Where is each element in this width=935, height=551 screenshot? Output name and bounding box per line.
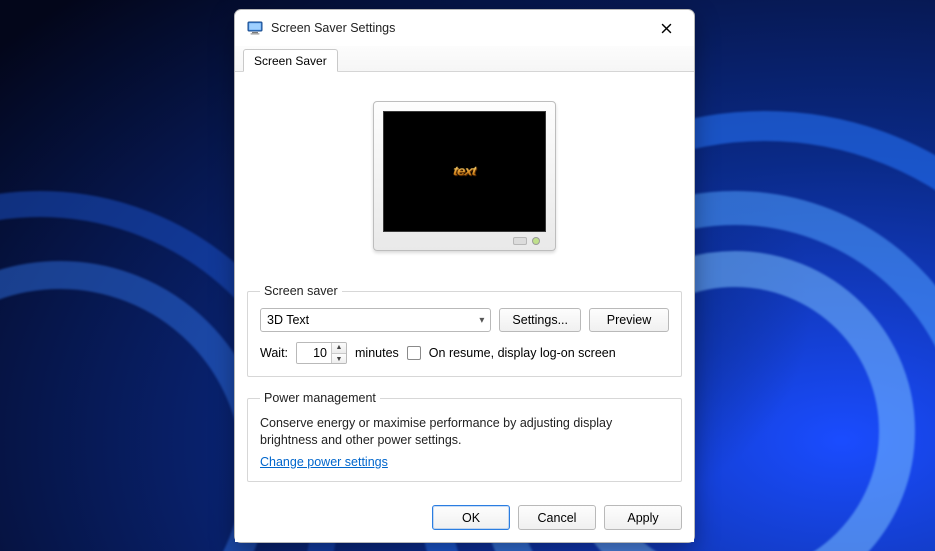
preview-button[interactable]: Preview xyxy=(589,308,669,332)
screen-saver-settings-dialog: Screen Saver Settings Screen Saver text xyxy=(234,9,695,543)
monitor-power-button xyxy=(513,237,527,245)
on-resume-checkbox[interactable] xyxy=(407,346,421,360)
monitor-led-icon xyxy=(533,238,539,244)
screensaver-select[interactable]: 3D Text ▾ xyxy=(260,308,491,332)
monitor-screen: text xyxy=(383,111,546,232)
screensaver-preview-text: text xyxy=(452,164,476,178)
settings-button[interactable]: Settings... xyxy=(499,308,581,332)
tab-strip: Screen Saver xyxy=(235,46,694,72)
screensaver-select-value: 3D Text xyxy=(267,313,479,327)
screen-saver-group: Screen saver 3D Text ▾ Settings... Previ… xyxy=(247,284,682,377)
chevron-down-icon: ▾ xyxy=(479,315,484,326)
wait-spin-up[interactable]: ▲ xyxy=(332,342,346,353)
window-title: Screen Saver Settings xyxy=(271,21,646,35)
cancel-button[interactable]: Cancel xyxy=(518,505,596,530)
tab-screen-saver[interactable]: Screen Saver xyxy=(243,49,338,72)
power-management-legend: Power management xyxy=(260,391,380,405)
apply-button[interactable]: Apply xyxy=(604,505,682,530)
screen-saver-legend: Screen saver xyxy=(260,284,342,298)
desktop-background: Screen Saver Settings Screen Saver text xyxy=(0,0,935,551)
preview-area: text xyxy=(247,72,682,280)
titlebar[interactable]: Screen Saver Settings xyxy=(235,10,694,46)
tab-panel: text Screen saver 3D Text ▾ Settings... … xyxy=(235,72,694,495)
close-button[interactable] xyxy=(646,14,686,42)
monitor-icon xyxy=(247,20,263,36)
power-management-text: Conserve energy or maximise performance … xyxy=(260,415,669,449)
monitor-preview: text xyxy=(373,101,556,251)
wait-spin-down[interactable]: ▼ xyxy=(332,353,346,364)
on-resume-label: On resume, display log-on screen xyxy=(429,346,616,360)
power-management-group: Power management Conserve energy or maxi… xyxy=(247,391,682,482)
wait-spinner[interactable]: ▲ ▼ xyxy=(296,342,347,364)
ok-button[interactable]: OK xyxy=(432,505,510,530)
wait-label: Wait: xyxy=(260,346,288,360)
wait-input[interactable] xyxy=(297,343,331,363)
dialog-button-row: OK Cancel Apply xyxy=(235,495,694,542)
minutes-label: minutes xyxy=(355,346,399,360)
change-power-settings-link[interactable]: Change power settings xyxy=(260,455,388,469)
close-icon xyxy=(661,23,672,34)
